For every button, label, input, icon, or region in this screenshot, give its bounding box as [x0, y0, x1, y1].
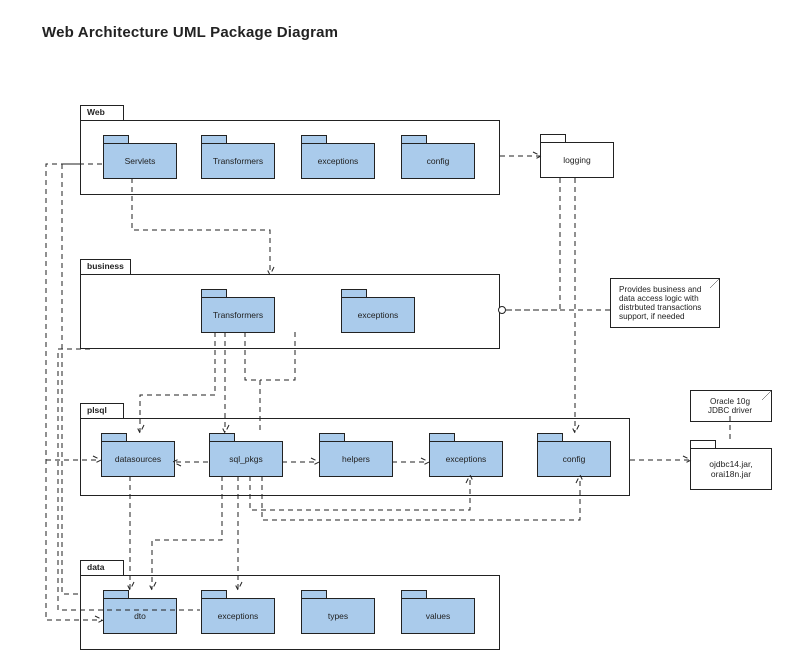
container-data-tab: data	[80, 560, 124, 575]
pkg-plsql-exceptions-label: exceptions	[446, 454, 487, 464]
pkg-web-exceptions-label: exceptions	[318, 156, 359, 166]
pkg-logging-label: logging	[563, 155, 590, 165]
note-driver: Oracle 10g JDBC driver	[690, 390, 772, 422]
pkg-logging: logging	[540, 134, 614, 178]
pkg-web-transformers-label: Transformers	[213, 156, 263, 166]
pkg-plsql-config: config	[537, 433, 611, 477]
pkg-data-types-label: types	[328, 611, 348, 621]
page-title: Web Architecture UML Package Diagram	[42, 24, 338, 41]
container-business: business Transformers exceptions	[80, 274, 500, 349]
pkg-business-exceptions: exceptions	[341, 289, 415, 333]
pkg-plsql-sqlpkgs-label: sql_pkgs	[229, 454, 263, 464]
pkg-web-transformers: Transformers	[201, 135, 275, 179]
pkg-plsql-exceptions: exceptions	[429, 433, 503, 477]
pkg-web-config-label: config	[427, 156, 450, 166]
pkg-data-values-label: values	[426, 611, 451, 621]
pkg-plsql-sqlpkgs: sql_pkgs	[209, 433, 283, 477]
container-plsql: plsql datasources sql_pkgs helpers excep…	[80, 418, 630, 496]
interface-lollipop	[498, 306, 506, 314]
pkg-driver: ojdbc14.jar, orai18n.jar	[690, 440, 772, 490]
pkg-business-transformers-label: Transformers	[213, 310, 263, 320]
pkg-plsql-datasources-label: datasources	[115, 454, 161, 464]
pkg-driver-label: ojdbc14.jar, orai18n.jar	[691, 459, 771, 479]
pkg-data-values: values	[401, 590, 475, 634]
pkg-web-exceptions: exceptions	[301, 135, 375, 179]
note-business: Provides business and data access logic …	[610, 278, 720, 328]
pkg-web-config: config	[401, 135, 475, 179]
pkg-data-types: types	[301, 590, 375, 634]
pkg-plsql-helpers-label: helpers	[342, 454, 370, 464]
container-web-tab: Web	[80, 105, 124, 120]
pkg-data-exceptions-label: exceptions	[218, 611, 259, 621]
container-data: data dto exceptions types values	[80, 575, 500, 650]
pkg-data-exceptions: exceptions	[201, 590, 275, 634]
pkg-business-exceptions-label: exceptions	[358, 310, 399, 320]
container-business-tab: business	[80, 259, 131, 274]
pkg-data-dto-label: dto	[134, 611, 146, 621]
pkg-business-transformers: Transformers	[201, 289, 275, 333]
pkg-web-servlets: Servlets	[103, 135, 177, 179]
pkg-plsql-datasources: datasources	[101, 433, 175, 477]
pkg-plsql-config-label: config	[563, 454, 586, 464]
container-web: Web Servlets Transformers exceptions con…	[80, 120, 500, 195]
pkg-plsql-helpers: helpers	[319, 433, 393, 477]
pkg-web-servlets-label: Servlets	[125, 156, 156, 166]
container-plsql-tab: plsql	[80, 403, 124, 418]
pkg-data-dto: dto	[103, 590, 177, 634]
